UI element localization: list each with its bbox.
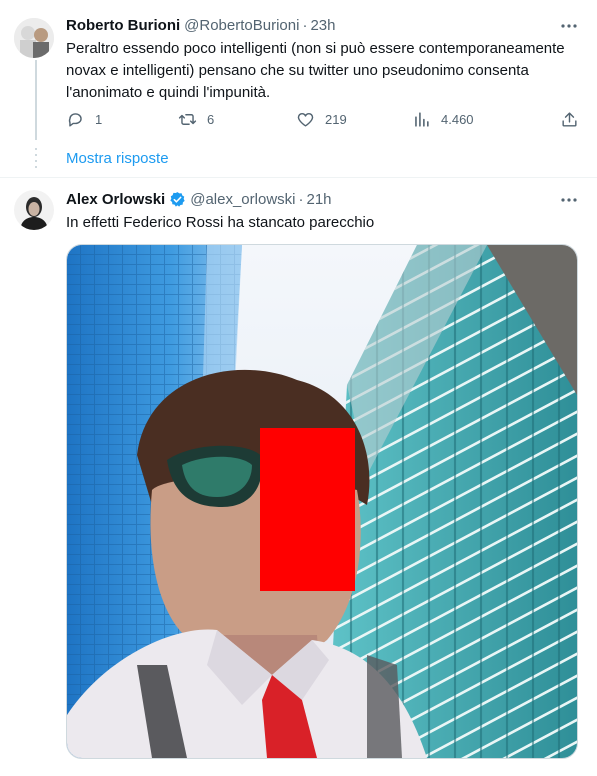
tweet-text: Peraltro essendo poco intelligenti (non … [66, 40, 565, 101]
tweet-roberto-burioni[interactable]: Roberto Burioni @RobertoBurioni · 23h Pe… [0, 0, 597, 177]
thread-dots [35, 148, 37, 170]
reply-count: 1 [95, 112, 103, 127]
reply-icon [68, 113, 82, 127]
selfie-photo-image [67, 245, 577, 758]
thread-line [35, 60, 37, 140]
views-button[interactable]: 4.460 [412, 110, 474, 129]
retweet-count: 6 [207, 112, 215, 127]
tweet-header: Roberto Burioni @RobertoBurioni · 23h [66, 17, 335, 34]
avatar[interactable] [14, 18, 54, 58]
author-handle[interactable]: @RobertoBurioni [184, 17, 299, 34]
tweet-photo[interactable] [66, 244, 578, 759]
more-options-icon[interactable] [559, 190, 579, 210]
separator-dot: · [298, 191, 304, 208]
like-button[interactable]: 219 [296, 110, 347, 129]
retweet-button[interactable]: 6 [178, 110, 214, 129]
tweet-header: Alex Orlowski @alex_orlowski · 21h [66, 191, 332, 208]
show-replies-link[interactable]: Mostra risposte [66, 150, 169, 167]
share-icon [562, 112, 577, 127]
author-handle[interactable]: @alex_orlowski [190, 191, 295, 208]
tweet-actions: 1 6 219 4.460 [66, 108, 586, 132]
share-button[interactable] [560, 110, 589, 129]
retweet-icon [178, 114, 197, 125]
heart-icon [297, 112, 314, 127]
like-count: 219 [325, 112, 347, 127]
tweet-time[interactable]: 23h [310, 17, 335, 34]
tweet-time[interactable]: 21h [306, 191, 331, 208]
separator-dot: · [302, 17, 308, 34]
analytics-icon [415, 112, 429, 127]
author-name[interactable]: Roberto Burioni [66, 17, 180, 34]
redaction-box [260, 428, 355, 591]
view-count: 4.460 [441, 112, 474, 127]
author-name[interactable]: Alex Orlowski [66, 191, 165, 208]
avatar[interactable] [14, 190, 54, 230]
verified-badge-icon [169, 191, 186, 208]
reply-button[interactable]: 1 [66, 110, 102, 129]
more-options-icon[interactable] [559, 16, 579, 36]
tweet-text: In effetti Federico Rossi ha stancato pa… [66, 214, 375, 231]
